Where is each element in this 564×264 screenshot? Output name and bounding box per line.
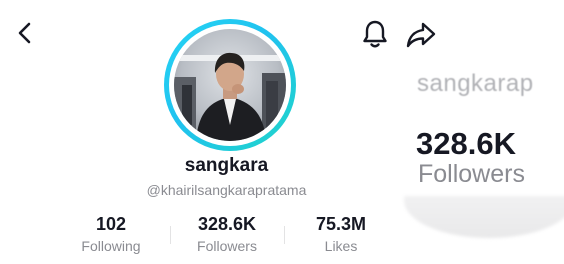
- followers-count: 328.6K: [197, 214, 257, 234]
- back-button[interactable]: [12, 19, 40, 47]
- likes-stat[interactable]: 75.3M Likes: [286, 212, 396, 256]
- following-stat[interactable]: 102 Following: [56, 212, 166, 256]
- stat-divider: [284, 226, 285, 244]
- side-name-fragment: sangkarap: [417, 70, 534, 97]
- chevron-left-icon: [18, 22, 31, 44]
- share-arrow-icon: [406, 22, 436, 48]
- followers-stat[interactable]: 328.6K Followers: [172, 212, 282, 256]
- profile-handle: @khairilsangkarapratama: [146, 182, 307, 198]
- followers-label: Followers: [197, 238, 257, 254]
- avatar[interactable]: [164, 19, 296, 151]
- profile-photo: [174, 29, 286, 141]
- likes-count: 75.3M: [315, 214, 367, 234]
- stat-divider: [170, 226, 171, 244]
- side-followers-label: Followers: [418, 160, 525, 188]
- notification-button[interactable]: [360, 18, 390, 50]
- side-followers-count: 328.6K: [416, 126, 516, 161]
- side-decorative-shape: [404, 196, 564, 238]
- following-label: Following: [81, 238, 141, 254]
- likes-label: Likes: [324, 238, 358, 254]
- avatar-gap: [169, 24, 291, 146]
- bell-icon: [363, 20, 387, 48]
- share-button[interactable]: [404, 18, 438, 50]
- profile-username: sangkara: [184, 155, 269, 176]
- following-count: 102: [95, 214, 127, 234]
